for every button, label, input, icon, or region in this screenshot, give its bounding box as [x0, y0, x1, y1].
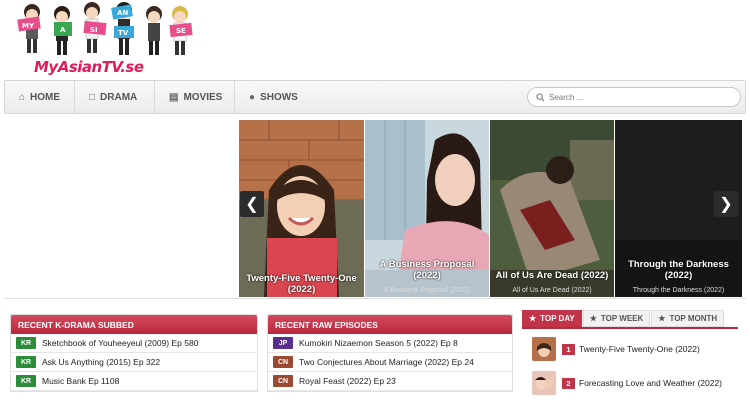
- list-item[interactable]: JP Kumokiri Nizaemon Season 5 (2022) Ep …: [268, 334, 512, 353]
- nav-movies-label: MOVIES: [183, 91, 223, 103]
- chat-icon: ●: [249, 91, 256, 103]
- svg-text:AN: AN: [117, 9, 128, 17]
- featured-slider: Twenty-Five Twenty-One (2022) A Business…: [4, 117, 746, 299]
- country-tag: CN: [273, 375, 293, 387]
- home-icon: ⌂: [19, 91, 26, 103]
- list-item[interactable]: KR Sketchbook of Youheeyeul (2009) Ep 58…: [11, 334, 257, 353]
- country-tag: KR: [16, 356, 36, 368]
- slide-title: All of Us Are Dead (2022): [495, 270, 609, 281]
- top-item-title[interactable]: Twenty-Five Twenty-One (2022): [579, 344, 700, 354]
- top-list-item[interactable]: 1 Twenty-Five Twenty-One (2022): [522, 335, 738, 363]
- top-item-thumbnail[interactable]: [532, 337, 556, 361]
- site-logo[interactable]: MY A SI AN TV SE MyAsianTV.se: [14, 2, 200, 80]
- tab-top-week[interactable]: ★ TOP WEEK: [582, 310, 651, 327]
- rank-badge: 2: [562, 377, 575, 389]
- svg-text:SI: SI: [90, 26, 98, 34]
- slider-next-button[interactable]: ❯: [714, 191, 738, 217]
- tab-label: TOP WEEK: [600, 314, 644, 323]
- episode-title[interactable]: Music Bank Ep 1108: [42, 376, 119, 386]
- svg-text:A: A: [60, 26, 66, 34]
- search-icon: [536, 92, 545, 102]
- rank-badge: 1: [562, 343, 575, 355]
- slide-title: Through the Darkness (2022): [628, 259, 729, 281]
- slide-subtitle: A Business Proposal (2022): [383, 287, 471, 294]
- slide-subtitle: Through the Darkness (2022): [632, 287, 725, 294]
- site-header: MY A SI AN TV SE MyAsianTV.se: [0, 0, 750, 80]
- panel-heading: RECENT K-DRAMA SUBBED: [11, 315, 257, 334]
- episode-title[interactable]: Sketchbook of Youheeyeul (2009) Ep 580: [42, 338, 198, 348]
- episode-title[interactable]: Royal Feast (2022) Ep 23: [299, 376, 396, 386]
- slide-subtitle: All of Us Are Dead (2022): [512, 287, 592, 294]
- list-item[interactable]: CN Royal Feast (2022) Ep 23: [268, 372, 512, 391]
- top-list-item[interactable]: 2 Forecasting Love and Weather (2022): [522, 369, 738, 397]
- slide-item[interactable]: All of Us Are Dead (2022) All of Us Are …: [490, 120, 614, 297]
- country-tag: KR: [16, 375, 36, 387]
- top-item-thumbnail[interactable]: [532, 371, 556, 395]
- recent-kdrama-panel: RECENT K-DRAMA SUBBED KR Sketchbook of Y…: [10, 314, 258, 392]
- tab-label: TOP DAY: [540, 314, 575, 323]
- nav-home-label: HOME: [30, 91, 61, 103]
- nav-drama-label: DRAMA: [100, 91, 138, 103]
- folder-icon: □: [89, 91, 96, 103]
- list-item[interactable]: CN Two Conjectures About Marriage (2022)…: [268, 353, 512, 372]
- svg-text:MY: MY: [22, 22, 35, 30]
- top-item-title[interactable]: Forecasting Love and Weather (2022): [579, 378, 722, 388]
- country-tag: JP: [273, 337, 293, 349]
- list-item[interactable]: KR Ask Us Anything (2015) Ep 322: [11, 353, 257, 372]
- star-icon: ★: [658, 314, 666, 323]
- star-icon: ★: [589, 314, 597, 323]
- episode-title[interactable]: Kumokiri Nizaemon Season 5 (2022) Ep 8: [299, 338, 458, 348]
- country-tag: CN: [273, 356, 293, 368]
- nav-shows-label: SHOWS: [260, 91, 298, 103]
- slide-title: Twenty-Five Twenty-One (2022): [246, 273, 357, 295]
- episode-title[interactable]: Two Conjectures About Marriage (2022) Ep…: [299, 357, 474, 367]
- nav-movies[interactable]: ▤ MOVIES: [155, 81, 235, 113]
- country-tag: KR: [16, 337, 36, 349]
- panel-heading: RECENT RAW EPISODES: [268, 315, 512, 334]
- recent-raw-panel: RECENT RAW EPISODES JP Kumokiri Nizaemon…: [267, 314, 513, 392]
- chevron-right-icon: ❯: [719, 196, 733, 213]
- chevron-left-icon: ❮: [245, 196, 259, 213]
- tab-top-month[interactable]: ★ TOP MONTH: [651, 310, 725, 327]
- tab-label: TOP MONTH: [669, 314, 718, 323]
- list-item[interactable]: KR Music Bank Ep 1108: [11, 372, 257, 391]
- svg-text:SE: SE: [176, 27, 186, 35]
- slide-item[interactable]: A Business Proposal (2022) A Business Pr…: [365, 120, 489, 297]
- main-navbar: ⌂ HOME □ DRAMA ▤ MOVIES ● SHOWS: [4, 80, 746, 114]
- slide-title: A Business Proposal (2022): [379, 259, 475, 281]
- logo-wordmark: MyAsianTV.se: [34, 58, 144, 76]
- search-box[interactable]: [527, 87, 741, 107]
- nav-drama[interactable]: □ DRAMA: [75, 81, 155, 113]
- search-input[interactable]: [549, 92, 729, 102]
- star-icon: ★: [529, 314, 537, 323]
- top-tabs: ★ TOP DAY ★ TOP WEEK ★ TOP MONTH: [522, 310, 738, 329]
- film-icon: ▤: [169, 91, 179, 103]
- tab-top-day[interactable]: ★ TOP DAY: [522, 310, 582, 327]
- episode-title[interactable]: Ask Us Anything (2015) Ep 322: [42, 357, 160, 367]
- svg-text:TV: TV: [118, 29, 129, 37]
- top-list-panel: ★ TOP DAY ★ TOP WEEK ★ TOP MONTH 1 Twent…: [522, 310, 738, 397]
- nav-shows[interactable]: ● SHOWS: [235, 81, 315, 113]
- slider-prev-button[interactable]: ❮: [240, 191, 264, 217]
- nav-home[interactable]: ⌂ HOME: [5, 81, 75, 113]
